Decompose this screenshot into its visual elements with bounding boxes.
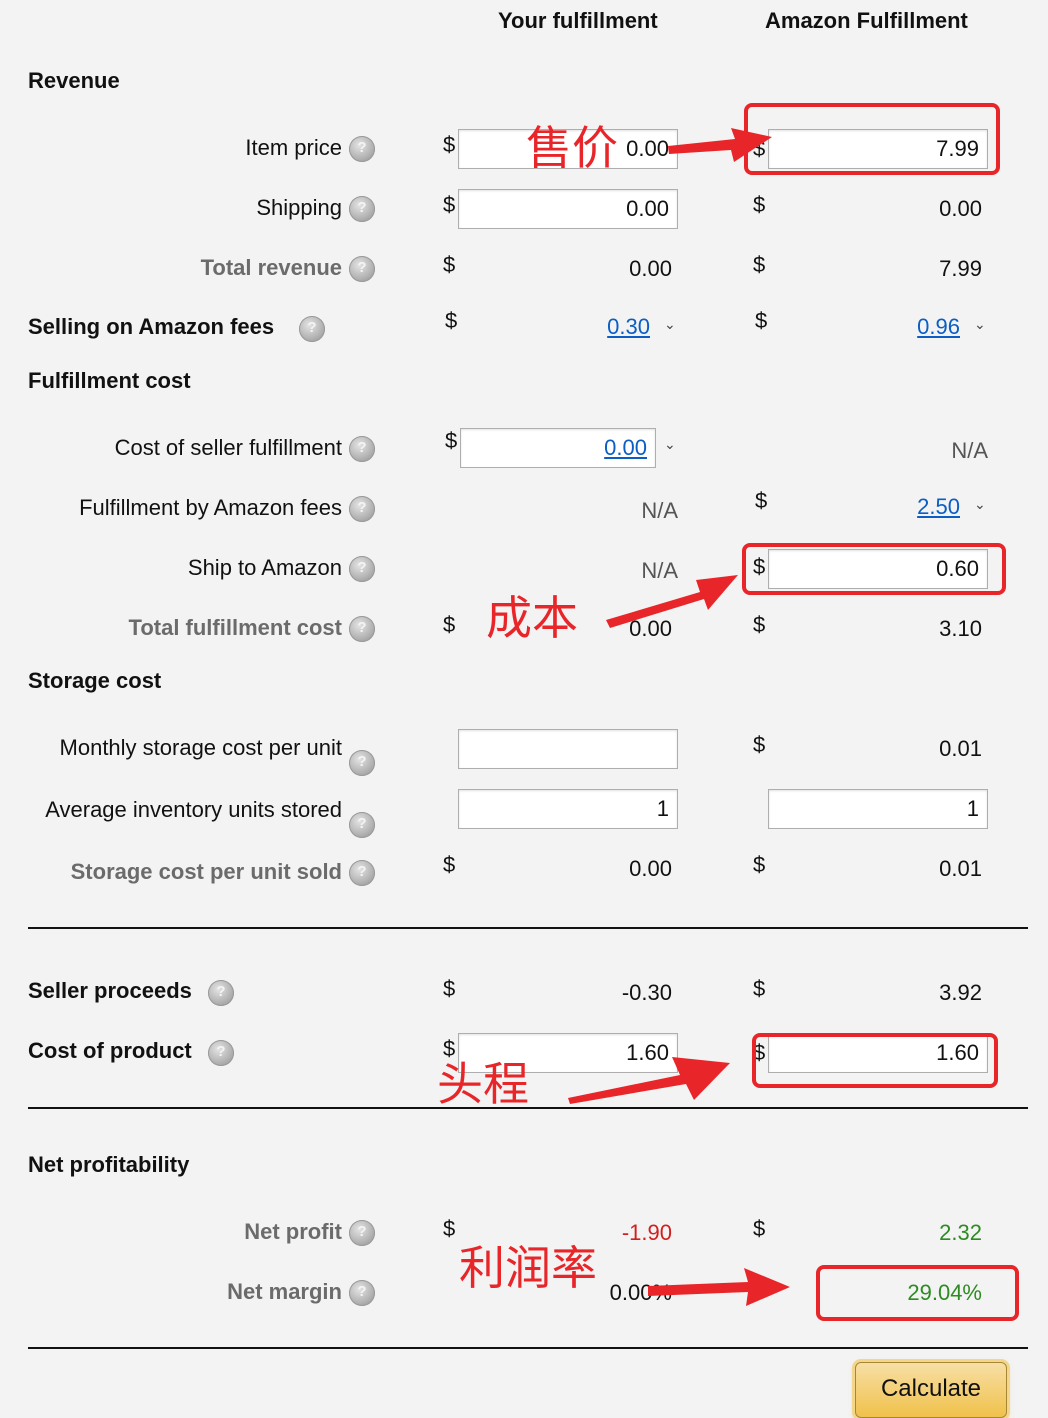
arrow-cost	[606, 575, 738, 628]
arrow-freight	[568, 1057, 730, 1104]
annotation-arrows	[568, 128, 790, 1306]
arrow-price	[668, 128, 772, 162]
arrow-margin	[648, 1268, 790, 1306]
